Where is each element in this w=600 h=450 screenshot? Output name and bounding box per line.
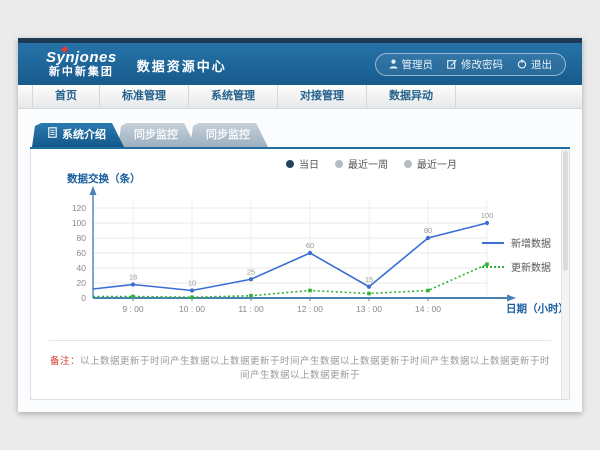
nav-item-data-change[interactable]: 数据异动 (367, 85, 456, 108)
change-password-button[interactable]: 修改密码 (447, 57, 503, 72)
svg-text:18: 18 (129, 273, 137, 282)
content-panel: 当日 最近一周 最近一月 0204060801001209 : 0010 : 0… (30, 149, 570, 400)
brand-subtitle: 新中新集团 (46, 67, 117, 78)
svg-text:10: 10 (188, 279, 196, 288)
tab-bar: 系统介绍 同步监控 同步监控 (30, 123, 570, 149)
brand-logo: Synjones 新中新集团 (46, 50, 117, 78)
edit-icon (447, 59, 457, 69)
dotted-line-swatch-icon (482, 266, 504, 268)
svg-text:100: 100 (72, 218, 86, 228)
document-icon (48, 123, 57, 147)
svg-text:12 : 00: 12 : 00 (297, 304, 323, 314)
person-icon (389, 59, 398, 69)
svg-text:11 : 00: 11 : 00 (238, 304, 264, 314)
user-menu: 管理员 修改密码 退出 (375, 53, 567, 76)
svg-text:14 : 00: 14 : 00 (415, 304, 441, 314)
main-nav: 首页 标准管理 系统管理 对接管理 数据异动 (18, 85, 582, 109)
footnote-text: 以上数据更新于时间产生数据以上数据更新于时间产生数据以上数据更新于时间产生数据以… (80, 356, 550, 381)
svg-text:13 : 00: 13 : 00 (356, 304, 382, 314)
nav-item-home[interactable]: 首页 (32, 85, 100, 108)
logout-button[interactable]: 退出 (517, 57, 552, 72)
nav-item-standard-mgmt[interactable]: 标准管理 (100, 85, 189, 108)
footnote-prefix: 备注： (50, 356, 80, 367)
tab-system-intro[interactable]: 系统介绍 (32, 123, 124, 147)
panel-scrollbar[interactable] (561, 149, 569, 399)
radio-selected-icon (286, 160, 294, 168)
radio-unselected-icon (335, 160, 343, 168)
svg-text:60: 60 (306, 241, 314, 250)
svg-text:9 : 00: 9 : 00 (122, 304, 144, 314)
svg-text:数据交换（条）: 数据交换（条） (66, 172, 141, 185)
svg-text:15: 15 (365, 275, 373, 284)
power-icon (517, 59, 527, 69)
svg-text:25: 25 (247, 267, 255, 276)
tab-sync-monitor-2[interactable]: 同步监控 (190, 123, 268, 147)
page-title: 数据资源中心 (137, 54, 227, 75)
window-card: Synjones 新中新集团 数据资源中心 管理员 修改密码 退出 首页 标准管… (18, 38, 582, 412)
svg-text:20: 20 (77, 278, 87, 288)
svg-text:40: 40 (77, 263, 87, 273)
brand-name: Synjones (46, 50, 117, 65)
svg-text:日期（小时）: 日期（小时） (506, 302, 569, 315)
scrollbar-thumb[interactable] (563, 151, 568, 271)
legend-item-updated-data: 更新数据 (482, 259, 551, 274)
nav-item-system-mgmt[interactable]: 系统管理 (189, 85, 278, 108)
radio-unselected-icon (404, 160, 412, 168)
app-header: Synjones 新中新集团 数据资源中心 管理员 修改密码 退出 (18, 43, 582, 85)
svg-text:80: 80 (77, 233, 87, 243)
svg-text:100: 100 (481, 211, 494, 220)
legend-item-new-data: 新增数据 (482, 235, 551, 250)
svg-text:120: 120 (72, 203, 86, 213)
nav-item-interface-mgmt[interactable]: 对接管理 (278, 85, 367, 108)
user-button[interactable]: 管理员 (389, 57, 434, 72)
chart-legend: 新增数据 更新数据 (482, 235, 551, 274)
solid-line-swatch-icon (482, 242, 504, 244)
svg-text:60: 60 (77, 248, 87, 258)
tab-sync-monitor-1[interactable]: 同步监控 (118, 123, 196, 147)
footnote: 备注：以上数据更新于时间产生数据以上数据更新于时间产生数据以上数据更新于时间产生… (49, 340, 551, 381)
svg-text:80: 80 (424, 226, 432, 235)
svg-text:10 : 00: 10 : 00 (179, 304, 205, 314)
svg-text:0: 0 (81, 293, 86, 303)
